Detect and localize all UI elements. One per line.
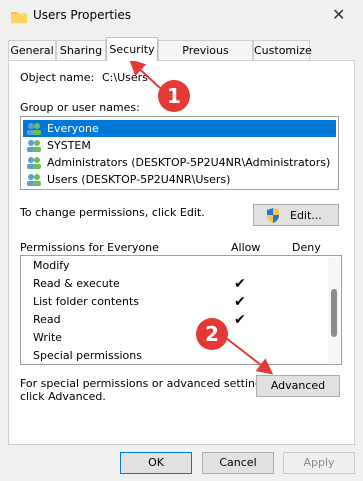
annotation-layer	[129, 59, 274, 375]
apply-button[interactable]: Apply	[283, 452, 355, 474]
annotation-badge-2: 2	[196, 318, 228, 350]
annotation-badge-1: 1	[158, 80, 190, 112]
cancel-button[interactable]: Cancel	[202, 452, 274, 474]
arrow-1	[129, 59, 161, 89]
tab-security[interactable]: Security	[106, 37, 158, 61]
ok-button[interactable]: OK	[120, 452, 192, 474]
arrow-2	[225, 337, 274, 375]
